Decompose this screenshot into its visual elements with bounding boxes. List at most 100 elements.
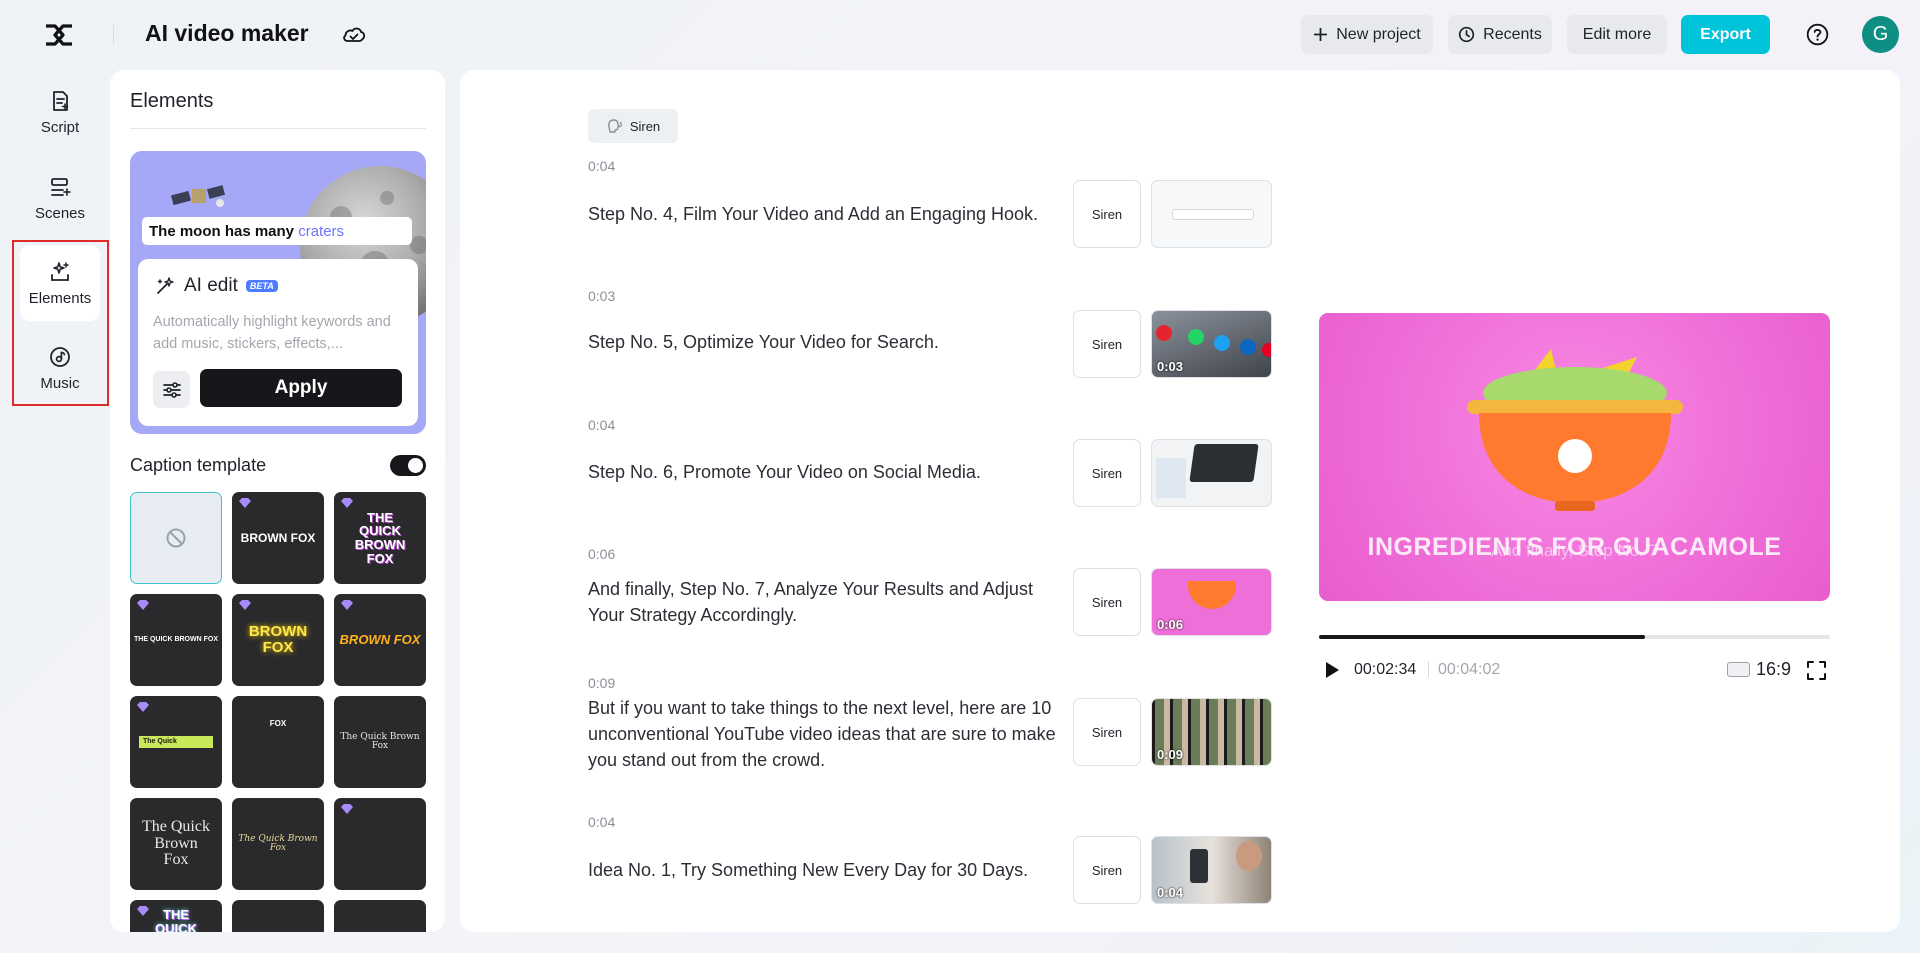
template-fox-plain[interactable]: FOX	[232, 696, 324, 788]
fullscreen-icon[interactable]	[1806, 660, 1827, 681]
moon-caption-text: The moon has many	[149, 223, 295, 240]
template-brown-fox-yellow[interactable]: BROWN FOX	[232, 492, 324, 584]
voice-select-button[interactable]: Siren	[1073, 180, 1141, 248]
sliders-icon	[162, 381, 181, 398]
edit-more-button[interactable]: Edit more	[1567, 15, 1667, 54]
premium-diamond-icon	[341, 804, 353, 814]
scene-text[interactable]: Idea No. 1, Try Something New Every Day …	[588, 857, 1068, 883]
scene-text[interactable]: Step No. 4, Film Your Video and Add an E…	[588, 201, 1068, 227]
caption-template-toggle[interactable]	[390, 455, 426, 476]
person-image	[1236, 841, 1262, 871]
voice-select-button[interactable]: Siren	[1073, 310, 1141, 378]
voice-select-button[interactable]: Siren	[1073, 698, 1141, 766]
premium-diamond-icon	[137, 906, 149, 916]
thumbnail-duration: 0:04	[1157, 885, 1184, 900]
apply-button[interactable]: Apply	[200, 369, 402, 407]
panel-title: Elements	[130, 90, 214, 112]
scene-text[interactable]: And finally, Step No. 7, Analyze Your Re…	[588, 576, 1068, 628]
scenes-icon	[51, 177, 71, 196]
bowl-image	[1188, 581, 1236, 609]
capcut-logo-icon[interactable]	[42, 20, 76, 50]
total-time: 00:04:02	[1438, 661, 1501, 678]
playback-progress-fill	[1319, 635, 1645, 639]
aspect-ratio-button[interactable]: 16:9	[1727, 659, 1791, 680]
ai-edit-card: The moon has many craters AI edit BETA A…	[130, 151, 426, 434]
template-text: THE QUICK BROWN	[155, 907, 197, 932]
template-text: FOX	[269, 719, 287, 728]
thumbnail-duration: 0:06	[1157, 617, 1184, 632]
twitter-logo-icon	[1214, 335, 1230, 351]
new-project-button[interactable]: New project	[1301, 15, 1433, 54]
help-icon[interactable]	[1806, 23, 1829, 46]
top-bar: AI video maker New project Recents Edit …	[0, 0, 1920, 68]
template-empty-premium[interactable]	[334, 798, 426, 890]
premium-diamond-icon	[239, 498, 251, 508]
template-text: The Quick Brown Fox	[340, 731, 420, 751]
sidebar-item-scenes[interactable]: Scenes	[20, 160, 100, 236]
template-text: THE QUICK BROWN FOX	[134, 636, 218, 644]
template-text: THE QUICK BROWN FOX	[354, 509, 406, 566]
voice-chip[interactable]: Siren	[588, 109, 678, 143]
voice-select-button[interactable]: Siren	[1073, 836, 1141, 904]
template-quick-brown-script[interactable]: The Quick Brown Fox	[232, 798, 324, 890]
linkedin-logo-icon	[1240, 339, 1256, 355]
none-icon	[166, 528, 186, 548]
export-button[interactable]: Export	[1681, 15, 1770, 54]
current-time: 00:02:34	[1354, 661, 1417, 678]
aspect-ratio-icon	[1727, 662, 1750, 677]
scene-text[interactable]: But if you want to take things to the ne…	[588, 695, 1068, 773]
scene-thumbnail[interactable]	[1151, 439, 1272, 507]
scene-text[interactable]: Step No. 6, Promote Your Video on Social…	[588, 459, 1068, 485]
video-preview[interactable]: And finally, Step No. 7 INGREDIENTS FOR …	[1319, 313, 1830, 601]
template-quick-brown-serif[interactable]: The Quick Brown Fox	[334, 696, 426, 788]
template-text: The Quick Brown Fox	[142, 817, 210, 869]
template-partial[interactable]	[334, 900, 426, 932]
scene-row[interactable]: 0:04 Step No. 4, Film Your Video and Add…	[588, 158, 1668, 268]
laptop-image	[1189, 444, 1259, 482]
recents-button[interactable]: Recents	[1448, 15, 1552, 54]
aspect-ratio-label: 16:9	[1756, 659, 1792, 679]
new-project-label: New project	[1336, 25, 1421, 43]
script-icon	[53, 90, 69, 111]
scene-thumbnail[interactable]	[1151, 180, 1272, 248]
beta-badge: BETA	[245, 280, 278, 292]
template-quick-brown-small[interactable]: THE QUICK BROWN FOX	[130, 594, 222, 686]
clock-icon	[1458, 26, 1475, 43]
template-quick-brown-purple[interactable]: THE QUICK BROWN FOX	[334, 492, 426, 584]
template-text: BROWN FOX	[339, 632, 421, 648]
adjust-settings-button[interactable]	[153, 371, 190, 408]
template-partial[interactable]	[232, 900, 324, 932]
scene-text[interactable]: Step No. 5, Optimize Your Video for Sear…	[588, 329, 1068, 355]
template-brown-fox-orange[interactable]: BROWN FOX	[334, 594, 426, 686]
scene-row[interactable]: 0:04 Idea No. 1, Try Something New Every…	[588, 814, 1668, 924]
scene-thumbnail[interactable]: 0:04	[1151, 836, 1272, 904]
template-quick-highlight[interactable]: The Quick	[130, 696, 222, 788]
voice-select-button[interactable]: Siren	[1073, 439, 1141, 507]
template-quick-brown-neon[interactable]: THE QUICK BROWN	[130, 900, 222, 932]
playback-progress[interactable]	[1319, 635, 1830, 639]
scene-thumbnail[interactable]: 0:06	[1151, 568, 1272, 636]
play-icon[interactable]	[1323, 660, 1341, 680]
scene-thumbnail[interactable]: 0:09	[1151, 698, 1272, 766]
voice-chip-label: Siren	[629, 118, 661, 134]
time-divider	[1428, 661, 1429, 677]
header-divider	[113, 25, 114, 45]
template-none[interactable]	[130, 492, 222, 584]
whatsapp-logo-icon	[1188, 329, 1204, 345]
panel-divider	[130, 128, 426, 129]
scene-row[interactable]: 0:09 But if you want to take things to t…	[588, 675, 1668, 805]
sidebar-item-script[interactable]: Script	[20, 74, 100, 150]
cloud-sync-icon[interactable]	[341, 23, 367, 47]
thumbnail-duration: 0:03	[1157, 359, 1184, 374]
voice-select-button[interactable]: Siren	[1073, 568, 1141, 636]
user-avatar[interactable]: G	[1862, 16, 1899, 53]
ai-edit-header: AI edit BETA	[154, 275, 278, 297]
script-editor: Siren 0:04 Step No. 4, Film Your Video a…	[460, 70, 1900, 932]
premium-diamond-icon	[137, 600, 149, 610]
template-text: The Quick Brown Fox	[238, 833, 318, 853]
app-title: AI video maker	[145, 20, 309, 46]
template-quick-brown-large-serif[interactable]: The Quick Brown Fox	[130, 798, 222, 890]
scene-thumbnail[interactable]: 0:03	[1151, 310, 1272, 378]
template-text: BROWN FOX	[240, 530, 316, 545]
template-brown-fox-glow[interactable]: BROWN FOX	[232, 594, 324, 686]
